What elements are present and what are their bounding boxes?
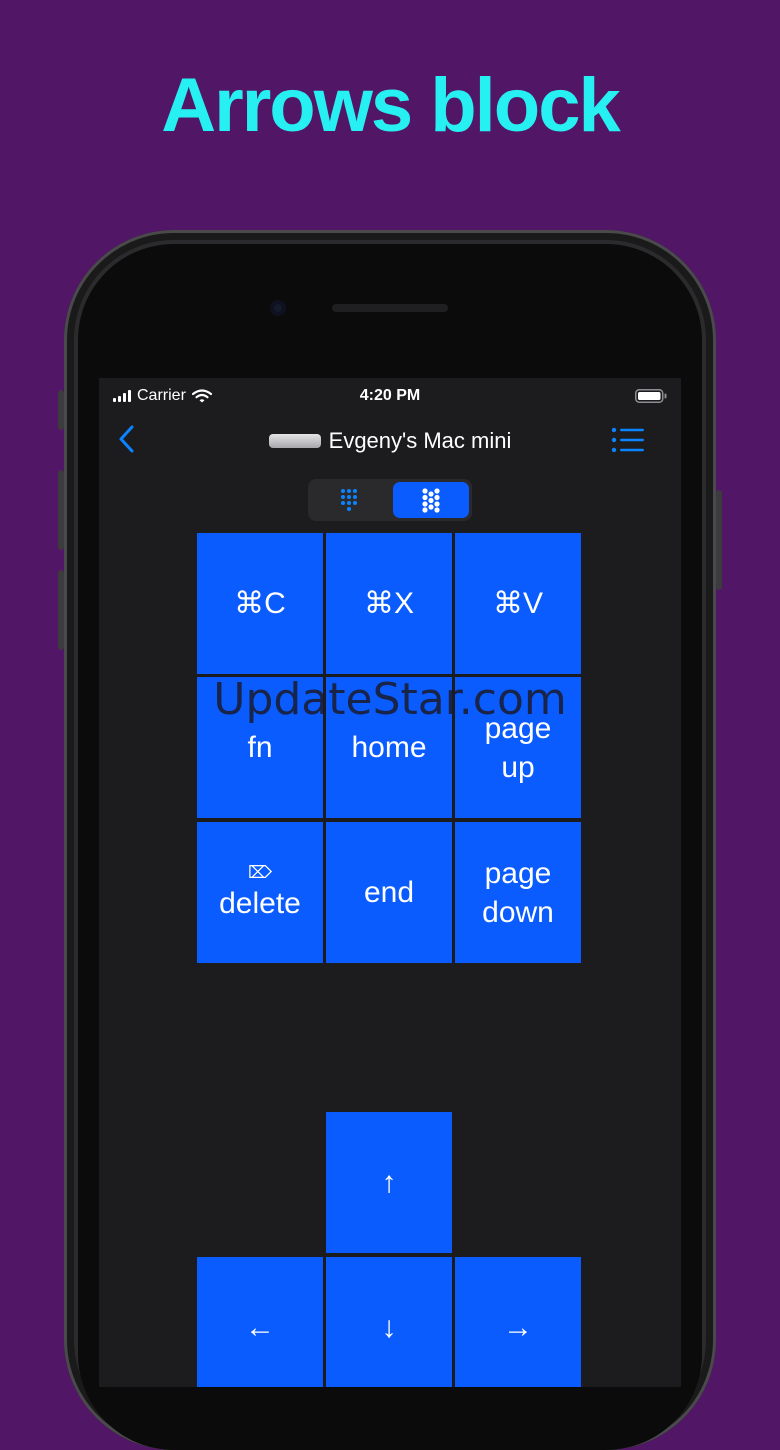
delete-key[interactable]: ⌦ delete	[197, 822, 323, 963]
nav-title: Evgeny's Mac mini	[99, 428, 681, 454]
small-keypad-icon	[341, 489, 357, 511]
arrow-left-icon: ←	[245, 1311, 275, 1344]
cut-key-label: ⌘X	[363, 587, 414, 620]
arrow-left-key[interactable]: ←	[197, 1257, 323, 1387]
volume-up-button	[58, 470, 64, 550]
app-screen: Carrier 4:20 PM Evgeny's Mac mini ⌘C ⌘X …	[99, 378, 681, 1387]
home-key[interactable]: home	[326, 677, 452, 818]
paste-key-label: ⌘V	[492, 587, 543, 620]
large-keypad-icon	[422, 488, 440, 513]
device-name: Evgeny's Mac mini	[328, 428, 512, 453]
page-up-key[interactable]: page up	[455, 677, 581, 818]
front-camera	[270, 300, 286, 316]
segment-large-keypad[interactable]	[393, 482, 469, 518]
arrow-up-icon: ↑	[381, 1166, 397, 1199]
volume-down-button	[58, 570, 64, 650]
earpiece-speaker	[332, 304, 448, 312]
power-button	[716, 490, 722, 590]
arrow-right-key[interactable]: →	[455, 1257, 581, 1387]
fn-key-label: fn	[247, 731, 273, 764]
status-time: 4:20 PM	[359, 387, 421, 404]
arrow-up-key[interactable]: ↑	[326, 1112, 452, 1253]
menu-button[interactable]	[611, 426, 645, 459]
page-down-key-label: page down	[482, 856, 554, 929]
segment-small-keypad[interactable]	[311, 482, 387, 518]
delete-key-label: delete	[219, 887, 301, 920]
arrow-down-key[interactable]: ↓	[326, 1257, 452, 1387]
copy-key[interactable]: ⌘C	[197, 533, 323, 674]
end-key-label: end	[363, 876, 415, 909]
arrow-down-icon: ↓	[381, 1311, 397, 1344]
forward-delete-icon: ⌦	[247, 863, 273, 882]
mac-mini-icon	[268, 434, 321, 448]
page-down-key[interactable]: page down	[455, 822, 581, 963]
mute-switch	[58, 390, 64, 430]
arrow-right-icon: →	[503, 1311, 533, 1344]
layout-segmented-control	[308, 479, 472, 521]
copy-key-label: ⌘C	[234, 587, 286, 620]
headline: Arrows block	[161, 63, 620, 148]
page-up-key-label: page up	[484, 711, 552, 784]
list-icon	[611, 427, 644, 453]
navigation-bar: Evgeny's Mac mini	[99, 418, 681, 468]
battery-icon	[635, 389, 667, 408]
fn-key[interactable]: fn	[197, 677, 323, 818]
paste-key[interactable]: ⌘V	[455, 533, 581, 674]
cut-key[interactable]: ⌘X	[326, 533, 452, 674]
home-key-label: home	[351, 731, 427, 764]
end-key[interactable]: end	[326, 822, 452, 963]
status-bar: Carrier 4:20 PM	[99, 378, 681, 416]
